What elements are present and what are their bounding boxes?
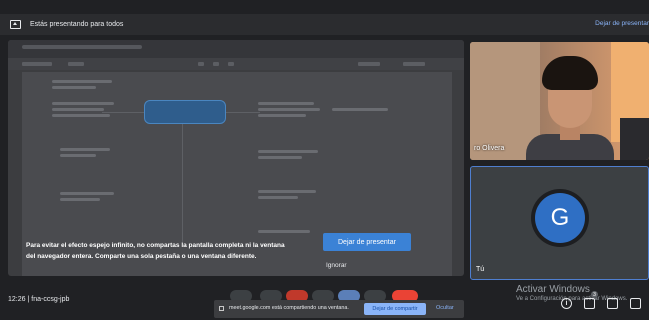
meeting-details: 12:26 | fna-ccsg-jpb <box>8 296 69 303</box>
camera-chair <box>620 118 649 160</box>
mirrored-toolbar-item <box>198 62 204 66</box>
mirrored-toolbar-item <box>358 62 380 66</box>
window-icon <box>219 306 224 311</box>
participant-name-self: Tú <box>476 266 485 273</box>
activate-windows-title: Activar Windows <box>516 284 590 295</box>
mindmap-node <box>60 198 100 201</box>
mindmap-node <box>258 230 310 233</box>
mirrored-toolbar-item <box>22 62 52 66</box>
present-screen-icon <box>10 20 21 29</box>
mindmap-center-node <box>144 100 226 124</box>
stop-presenting-link[interactable]: Dejar de presentar <box>595 20 649 27</box>
mindmap-node <box>52 102 114 105</box>
mindmap-node <box>258 114 306 117</box>
screen-share-panel: Para evitar el efecto espejo infinito, n… <box>8 40 464 276</box>
mindmap-node <box>258 196 298 199</box>
participant-tile-self[interactable]: G Tú <box>470 166 649 280</box>
sharing-notice-text: meet.google.com está compartiendo una ve… <box>229 305 349 311</box>
participant-tile-camera[interactable]: ro Olivera <box>470 42 649 160</box>
chat-icon[interactable] <box>607 298 618 309</box>
mindmap-node <box>258 156 302 159</box>
mirrored-title-bar <box>8 40 464 58</box>
mindmap-node <box>258 190 316 193</box>
hide-notice-button[interactable]: Ocultar <box>436 305 454 311</box>
mindmap-node <box>258 102 314 105</box>
mindmap-node <box>60 148 110 151</box>
participants-count-badge: 3 <box>591 291 598 298</box>
mindmap-node <box>60 192 114 195</box>
mindmap-node <box>258 108 320 111</box>
presenting-bar: Estás presentando para todos Dejar de pr… <box>0 14 649 35</box>
presenting-title: Estás presentando para todos <box>30 21 124 28</box>
mirrored-toolbar-item <box>403 62 425 66</box>
camera-person-hair <box>542 56 598 90</box>
avatar: G <box>535 193 585 243</box>
meeting-code: fna-ccsg-jpb <box>31 296 70 303</box>
meeting-separator: | <box>27 296 30 303</box>
mindmap-node <box>52 86 96 89</box>
mirrored-toolbar-item <box>68 62 84 66</box>
info-icon[interactable]: i <box>561 298 572 309</box>
mirrored-toolbar <box>8 58 464 70</box>
mindmap-node <box>332 108 388 111</box>
mindmap-node <box>52 114 110 117</box>
mindmap-connector <box>182 122 183 242</box>
stop-presenting-button[interactable]: Dejar de presentar <box>323 233 411 251</box>
mindmap-connector <box>224 112 260 113</box>
infinite-mirror-warning: Para evitar el efecto espejo infinito, n… <box>26 242 285 260</box>
mindmap-connector <box>102 112 144 113</box>
mirrored-toolbar-item <box>213 62 219 66</box>
mindmap-node <box>52 80 112 83</box>
mindmap-node <box>52 108 104 111</box>
mirrored-tab-title <box>22 45 142 49</box>
sharing-notice: meet.google.com está compartiendo una ve… <box>214 300 464 318</box>
ignore-button[interactable]: Ignorar <box>326 262 347 269</box>
mindmap-node <box>258 150 318 153</box>
people-icon[interactable] <box>584 298 595 309</box>
camera-person-neck <box>560 126 580 140</box>
meeting-time: 12:26 <box>8 296 26 303</box>
activities-icon[interactable] <box>630 298 641 309</box>
participant-name: ro Olivera <box>474 145 505 152</box>
mirrored-toolbar-item <box>228 62 234 66</box>
stop-sharing-button[interactable]: Dejar de compartir <box>364 303 426 315</box>
mindmap-node <box>60 154 96 157</box>
